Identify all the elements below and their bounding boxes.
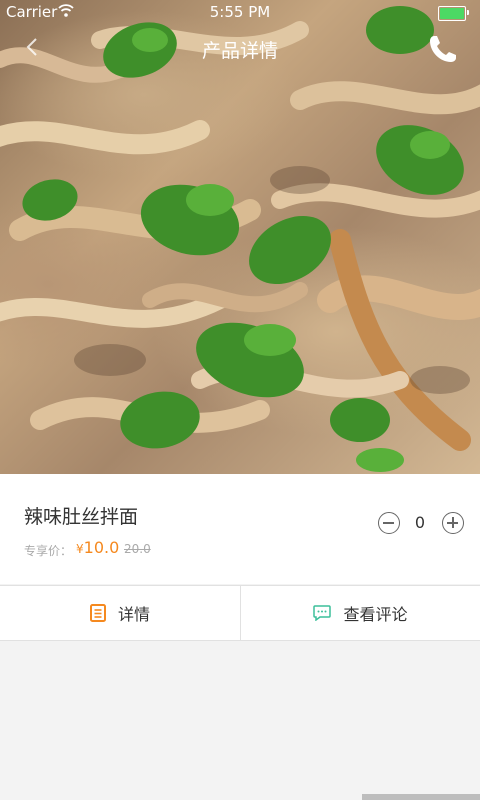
increase-quantity-button[interactable] — [442, 512, 464, 534]
product-detail-screen: Carrier 5:55 PM 产品详情 辣味肚丝拌面 专享价： ¥10.0 2… — [0, 0, 480, 800]
tab-reviews-label: 查看评论 — [343, 605, 408, 624]
quantity-value: 0 — [414, 513, 426, 532]
battery-icon — [438, 6, 469, 21]
product-name: 辣味肚丝拌面 — [24, 506, 139, 528]
currency-symbol: ¥ — [76, 542, 84, 556]
phone-icon[interactable] — [426, 32, 460, 66]
page-title: 产品详情 — [201, 40, 278, 62]
product-info-panel: 辣味肚丝拌面 专享价： ¥10.0 20.0 0 — [0, 474, 480, 584]
current-price: ¥10.0 — [76, 538, 119, 557]
original-price: 20.0 — [124, 542, 151, 556]
status-bar: Carrier 5:55 PM — [0, 0, 480, 24]
scroll-indicator — [362, 794, 480, 800]
price-value: 10.0 — [83, 538, 120, 557]
detail-tab-bar: 详情 查看评论 — [0, 585, 480, 641]
tab-details-label: 详情 — [117, 605, 150, 624]
decrease-quantity-button[interactable] — [378, 512, 400, 534]
price-label: 专享价： — [24, 544, 73, 558]
tab-details[interactable]: 详情 — [0, 586, 240, 640]
comment-icon — [313, 605, 332, 621]
nav-bar: 产品详情 — [0, 24, 480, 72]
document-icon — [89, 604, 106, 622]
status-time: 5:55 PM — [209, 3, 271, 21]
tab-reviews[interactable]: 查看评论 — [240, 586, 480, 640]
